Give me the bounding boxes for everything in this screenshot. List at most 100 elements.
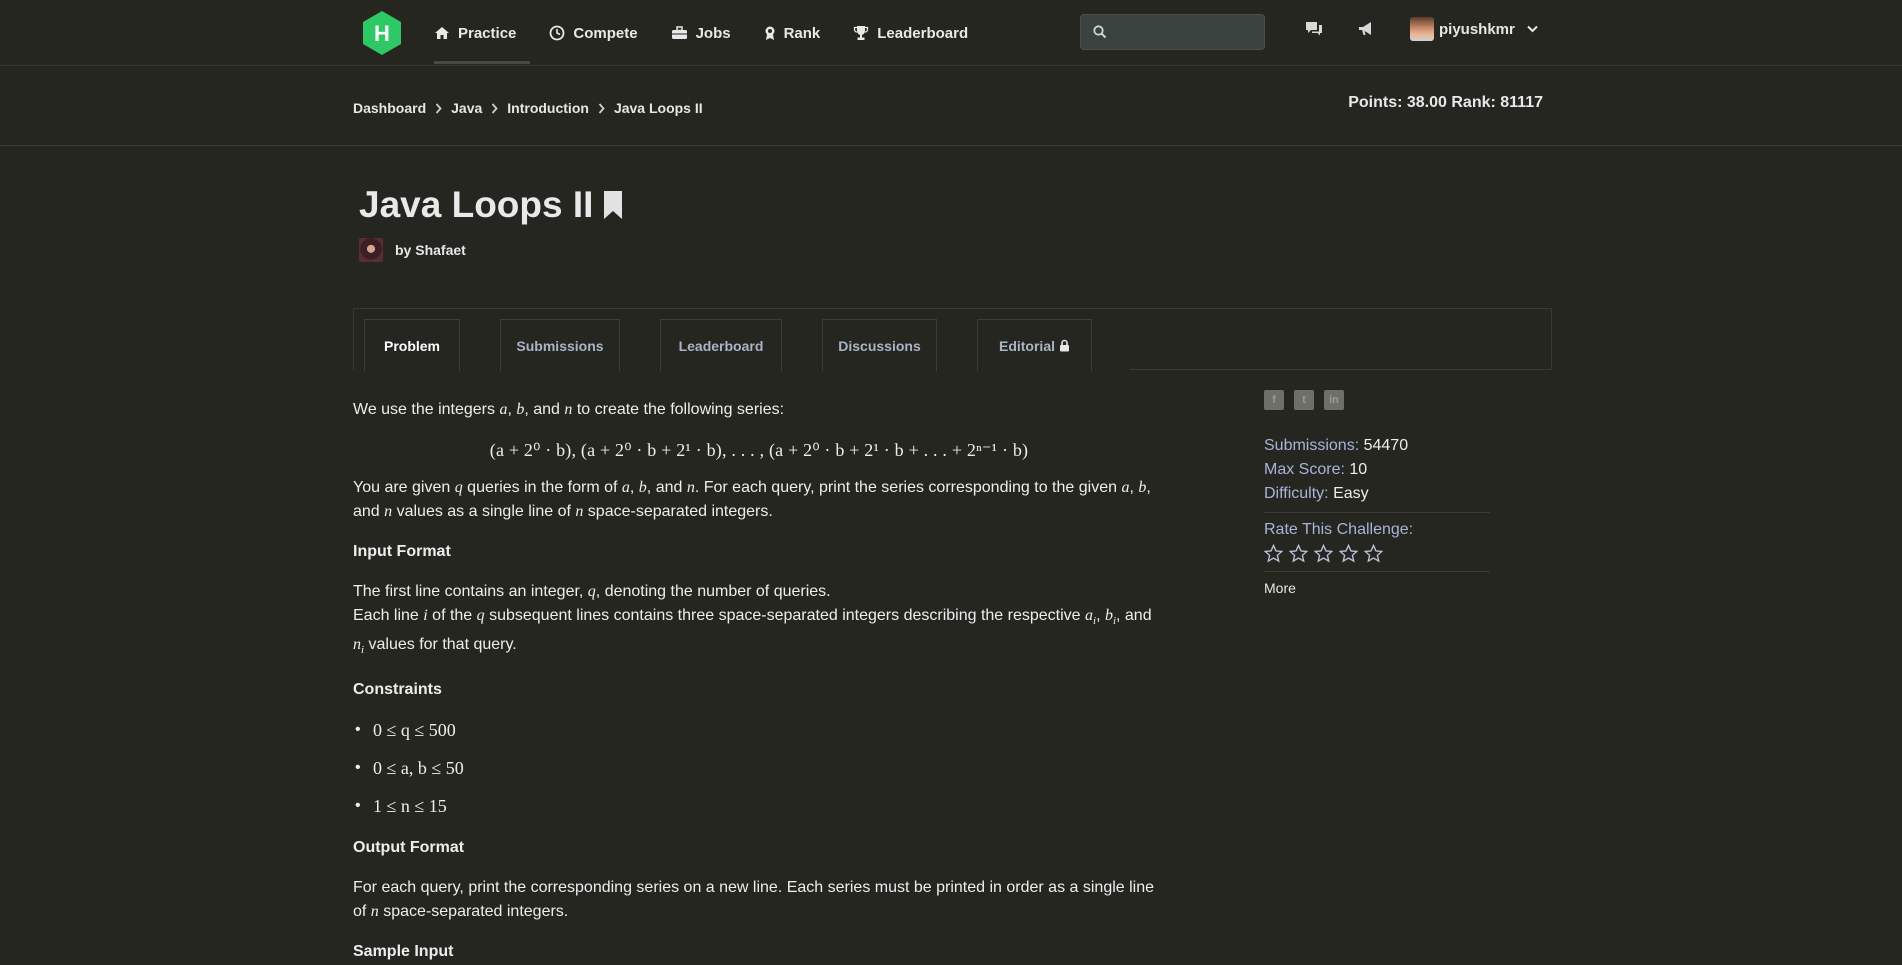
submissions-value: 54470	[1363, 437, 1409, 454]
constraint-item: 1 ≤ n ≤ 15	[353, 794, 1165, 818]
tab-leaderboard-label: Leaderboard	[678, 337, 764, 354]
queries-text: . For each query, print the series corre…	[694, 479, 1122, 496]
tab-editorial[interactable]: Editorial	[977, 319, 1092, 371]
nav-compete-label: Compete	[573, 24, 638, 42]
intro-text-post: to create the following series:	[572, 401, 785, 418]
notifications-megaphone-icon[interactable]	[1357, 20, 1375, 38]
star-icon[interactable]	[1364, 544, 1383, 563]
constraint-item: 0 ≤ a, b ≤ 50	[353, 756, 1165, 780]
queries-paragraph: You are given q queries in the form of a…	[353, 479, 1151, 520]
search-input[interactable]	[1115, 15, 1260, 49]
tab-problem-label: Problem	[383, 337, 440, 354]
tab-discussions[interactable]: Discussions	[822, 319, 937, 371]
user-menu[interactable]: piyushkmr	[1410, 17, 1538, 41]
tab-submissions[interactable]: Submissions	[500, 319, 620, 371]
input-text: The first line contains an integer,	[353, 583, 588, 600]
rating-stars	[1264, 544, 1490, 563]
intro-text-pre: We use the integers	[353, 401, 500, 418]
input-format-text: The first line contains an integer, q, d…	[353, 583, 1152, 657]
tab-editorial-label: Editorial	[998, 337, 1055, 354]
briefcase-icon	[671, 26, 687, 39]
difficulty-stat: Difficulty: Easy	[1264, 482, 1490, 506]
tab-problem[interactable]: Problem	[364, 319, 460, 371]
breadcrumb-bar: Dashboard Java Introduction Java Loops I…	[0, 66, 1902, 146]
nav-jobs[interactable]: Jobs	[671, 0, 731, 66]
breadcrumb-introduction[interactable]: Introduction	[507, 100, 589, 116]
username: piyushkmr	[1439, 20, 1515, 38]
max-score-label: Max Score:	[1264, 461, 1345, 478]
input-text: , denoting the number of queries.	[595, 583, 831, 600]
main-nav: Practice Compete Jobs Rank Leaderboard	[434, 0, 1001, 66]
author-name[interactable]: by Shafaet	[395, 242, 466, 258]
input-text: subsequent lines contains three space-se…	[484, 607, 1085, 624]
queries-text: You are given	[353, 479, 455, 496]
nav-compete[interactable]: Compete	[549, 0, 638, 66]
user-avatar	[1410, 17, 1434, 41]
home-icon	[435, 27, 449, 39]
output-format-text: For each query, print the corresponding …	[353, 879, 1155, 921]
series-formula: (a + 2⁰ · b), (a + 2⁰ · b + 2¹ · b), . .…	[489, 440, 1029, 460]
messages-icon[interactable]	[1304, 20, 1324, 38]
search-box[interactable]	[1080, 14, 1265, 50]
input-format-heading: Input Format	[353, 543, 451, 560]
rate-label: Rate This Challenge:	[1264, 521, 1414, 538]
share-buttons: f t in	[1264, 390, 1490, 410]
author-row: by Shafaet	[359, 238, 466, 262]
tab-leaderboard[interactable]: Leaderboard	[660, 319, 782, 371]
breadcrumb-current[interactable]: Java Loops II	[614, 100, 703, 116]
chevron-right-icon	[598, 102, 605, 114]
queries-text: queries in the form of	[462, 479, 622, 496]
nav-practice[interactable]: Practice	[434, 0, 531, 66]
breadcrumb-dashboard[interactable]: Dashboard	[353, 100, 426, 116]
sidebar-divider	[1264, 512, 1490, 513]
top-navbar: H Practice Compete Jobs Rank Leaderboard	[0, 0, 1902, 66]
bookmark-icon[interactable]	[603, 190, 623, 220]
nav-leaderboard-label: Leaderboard	[877, 24, 969, 42]
linkedin-share-icon[interactable]: in	[1324, 390, 1344, 410]
submissions-stat: Submissions: 54470	[1264, 434, 1490, 458]
difficulty-value: Easy	[1333, 485, 1369, 502]
tab-submissions-label: Submissions	[516, 337, 604, 354]
max-score-value: 10	[1349, 461, 1368, 478]
chevron-right-icon	[435, 102, 442, 114]
difficulty-label: Difficulty:	[1264, 485, 1329, 502]
queries-text: space-separated integers.	[583, 503, 773, 520]
chevron-down-icon	[1527, 25, 1538, 33]
tab-discussions-label: Discussions	[838, 337, 921, 354]
more-link[interactable]: More	[1264, 580, 1490, 596]
intro-paragraph: We use the integers a, b, and n to creat…	[353, 401, 785, 418]
search-icon	[1093, 25, 1107, 39]
logo-letter: H	[374, 21, 390, 46]
clock-icon	[549, 25, 565, 41]
chevron-right-icon	[492, 102, 498, 114]
nav-leaderboard[interactable]: Leaderboard	[853, 0, 968, 66]
star-icon[interactable]	[1339, 544, 1358, 563]
constraint-item: 0 ≤ q ≤ 500	[353, 718, 1165, 742]
author-avatar[interactable]	[359, 238, 383, 262]
star-icon[interactable]	[1289, 544, 1308, 563]
constraints-list: 0 ≤ q ≤ 500 0 ≤ a, b ≤ 50 1 ≤ n ≤ 15	[353, 718, 1165, 818]
twitter-share-icon[interactable]: t	[1294, 390, 1314, 410]
problem-statement: We use the integers a, b, and n to creat…	[353, 398, 1165, 965]
sidebar-divider	[1264, 571, 1490, 572]
star-icon[interactable]	[1264, 544, 1283, 563]
output-text: space-separated integers.	[378, 903, 569, 921]
input-text: Each line	[353, 607, 424, 624]
nav-rank-label: Rank	[783, 24, 821, 42]
breadcrumb: Dashboard Java Introduction Java Loops I…	[353, 100, 703, 116]
facebook-share-icon[interactable]: f	[1264, 390, 1284, 410]
nav-jobs-label: Jobs	[695, 24, 731, 42]
medal-icon	[765, 26, 775, 40]
max-score-stat: Max Score: 10	[1264, 458, 1490, 482]
challenge-title-row: Java Loops II	[359, 184, 623, 226]
lock-icon	[1060, 339, 1069, 352]
queries-text: values as a single line of	[392, 503, 576, 520]
sample-input-heading: Sample Input	[353, 943, 454, 961]
hackerrank-logo[interactable]: H	[361, 10, 403, 56]
nav-rank[interactable]: Rank	[764, 0, 821, 66]
tabs-divider	[1130, 369, 1552, 370]
output-format-heading: Output Format	[353, 839, 465, 857]
challenge-sidebar: f t in Submissions: 54470 Max Score: 10 …	[1264, 390, 1490, 596]
star-icon[interactable]	[1314, 544, 1333, 563]
breadcrumb-java[interactable]: Java	[451, 100, 482, 116]
